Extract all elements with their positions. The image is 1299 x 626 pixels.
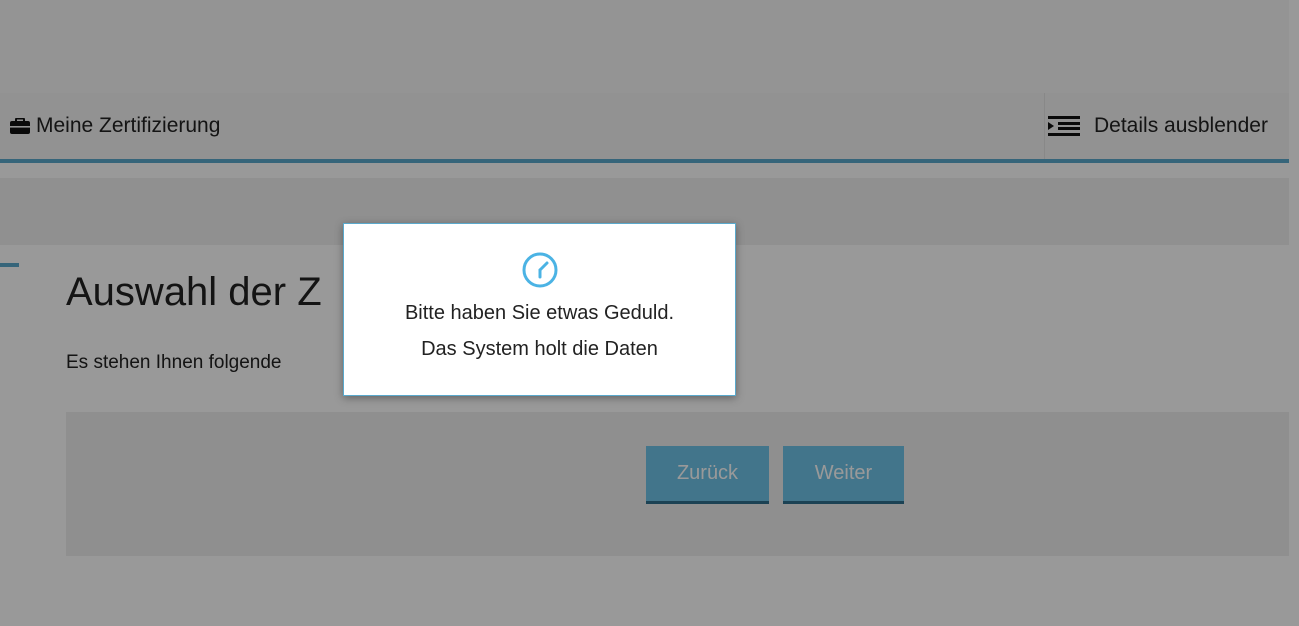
loading-dialog: Bitte haben Sie etwas Geduld. Das System… <box>343 223 736 396</box>
loading-message-line1: Bitte haben Sie etwas Geduld. <box>404 302 675 324</box>
loading-message-line2: Das System holt die Daten <box>421 338 658 360</box>
clock-icon <box>522 252 558 288</box>
